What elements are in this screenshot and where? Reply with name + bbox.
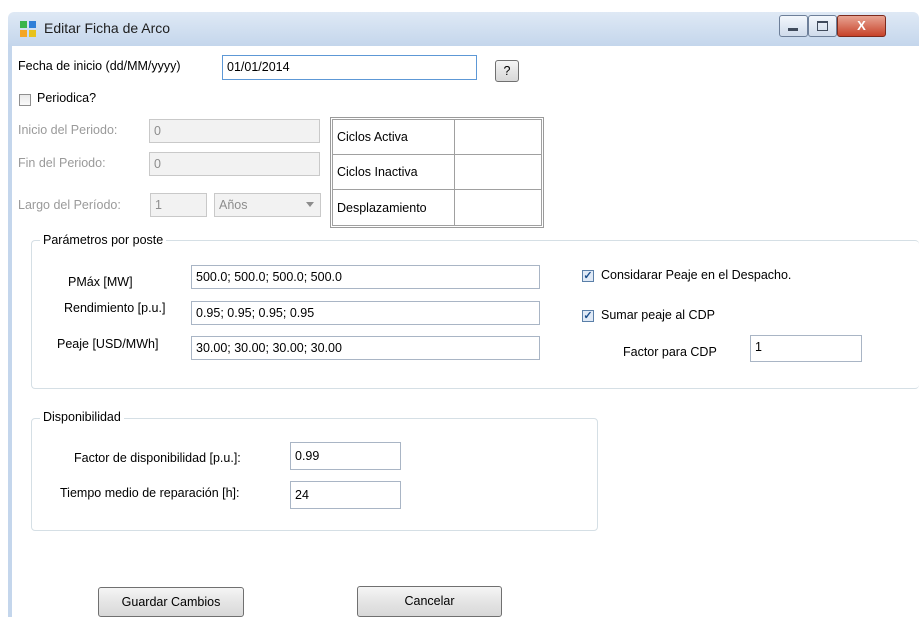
largo-periodo-input[interactable]: 1 — [150, 193, 207, 217]
close-icon: X — [857, 18, 866, 33]
maximize-button[interactable] — [808, 15, 837, 37]
disponibilidad-group — [31, 418, 598, 531]
pmax-label: PMáx [MW] — [68, 275, 133, 289]
close-button[interactable]: X — [837, 15, 886, 37]
rendimiento-label: Rendimiento [p.u.] — [64, 301, 166, 315]
desplazamiento-label: Desplazamiento — [332, 189, 455, 226]
fecha-label: Fecha de inicio (dd/MM/yyyy) — [18, 59, 181, 73]
unidad-periodo-value: Años — [219, 198, 248, 212]
peaje-input[interactable]: 30.00; 30.00; 30.00; 30.00 — [191, 336, 540, 360]
save-button[interactable]: Guardar Cambios — [98, 587, 244, 617]
tiempo-reparacion-input[interactable]: 24 — [290, 481, 401, 509]
minimize-icon — [788, 28, 798, 31]
factor-cdp-input[interactable]: 1 — [750, 335, 862, 362]
ciclos-inactiva-cell[interactable] — [454, 154, 542, 190]
ciclos-activa-label: Ciclos Activa — [332, 119, 455, 155]
peaje-label: Peaje [USD/MWh] — [57, 337, 159, 351]
inicio-periodo-input[interactable]: 0 — [149, 119, 320, 143]
pmax-input[interactable]: 500.0; 500.0; 500.0; 500.0 — [191, 265, 540, 289]
help-button[interactable]: ? — [495, 60, 519, 82]
cancel-button[interactable]: Cancelar — [357, 586, 502, 617]
window-title: Editar Ficha de Arco — [44, 20, 171, 36]
considerar-peaje-checkbox[interactable]: ✓ — [582, 270, 594, 282]
ciclos-activa-cell[interactable] — [454, 119, 542, 155]
title-bar: Editar Ficha de Arco X — [8, 12, 919, 46]
ciclos-inactiva-label: Ciclos Inactiva — [332, 154, 455, 190]
chevron-down-icon — [306, 202, 314, 207]
factor-disponibilidad-input[interactable]: 0.99 — [290, 442, 401, 470]
fin-periodo-label: Fin del Periodo: — [18, 156, 106, 170]
check-icon: ✓ — [583, 310, 593, 322]
sumar-peaje-checkbox[interactable]: ✓ — [582, 310, 594, 322]
periodica-label: Periodica? — [37, 91, 97, 105]
unidad-periodo-select[interactable]: Años — [214, 193, 321, 217]
check-icon: ✓ — [583, 270, 593, 282]
fecha-input[interactable]: 01/01/2014 — [222, 55, 477, 80]
inicio-periodo-label: Inicio del Periodo: — [18, 123, 118, 137]
maximize-icon — [817, 21, 828, 31]
factor-disponibilidad-label: Factor de disponibilidad [p.u.]: — [74, 451, 241, 465]
considerar-peaje-label: Considarar Peaje en el Despacho. — [601, 268, 792, 282]
tiempo-reparacion-label: Tiempo medio de reparación [h]: — [60, 486, 240, 500]
largo-periodo-label: Largo del Período: — [18, 198, 121, 212]
sumar-peaje-label: Sumar peaje al CDP — [601, 308, 715, 322]
app-icon — [20, 21, 36, 37]
rendimiento-input[interactable]: 0.95; 0.95; 0.95; 0.95 — [191, 301, 540, 325]
disponibilidad-group-title: Disponibilidad — [40, 410, 124, 424]
fin-periodo-input[interactable]: 0 — [149, 152, 320, 176]
periodica-checkbox[interactable] — [19, 94, 31, 106]
factor-cdp-label: Factor para CDP — [623, 345, 717, 359]
ciclos-grid: Ciclos Activa Ciclos Inactiva Desplazami… — [330, 117, 544, 228]
parametros-group-title: Parámetros por poste — [40, 233, 167, 247]
desplazamiento-cell[interactable] — [454, 189, 542, 226]
minimize-button[interactable] — [779, 15, 808, 37]
